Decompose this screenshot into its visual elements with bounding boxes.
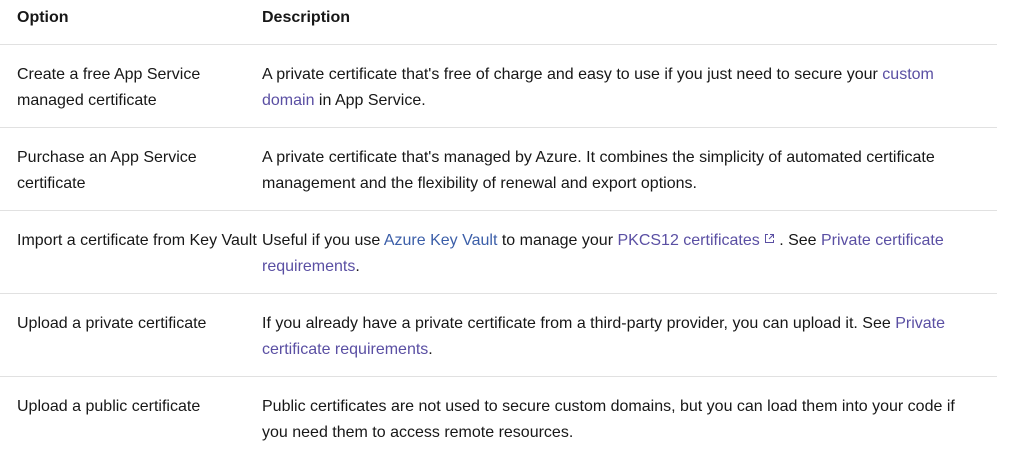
description-text: Useful if you use Azure Key Vault to man…: [262, 211, 983, 280]
pkcs12-certificates-link[interactable]: PKCS12 certificates: [617, 232, 774, 249]
option-cell: Create a free App Service managed certif…: [0, 44, 262, 127]
option-text: Import a certificate from Key Vault: [17, 231, 257, 249]
table-row: Create a free App Service managed certif…: [0, 44, 997, 127]
header-description: Description: [262, 0, 997, 45]
table-row: Purchase an App Service certificate A pr…: [0, 127, 997, 210]
description-text-part: A private certificate that's free of cha…: [262, 65, 883, 83]
pkcs12-link-label: PKCS12 certificates: [617, 231, 760, 249]
azure-key-vault-link[interactable]: Azure Key Vault: [384, 232, 498, 249]
table-row: Import a certificate from Key Vault Usef…: [0, 210, 997, 293]
description-text: If you already have a private certificat…: [262, 294, 983, 363]
option-text: Upload a private certificate: [17, 314, 207, 332]
description-cell: Useful if you use Azure Key Vault to man…: [262, 210, 997, 293]
certificate-options-table: Option Description Create a free App Ser…: [0, 0, 997, 459]
table-header-row: Option Description: [0, 0, 997, 45]
option-cell: Upload a private certificate: [0, 293, 262, 376]
option-cell: Upload a public certificate: [0, 376, 262, 459]
description-cell: If you already have a private certificat…: [262, 293, 997, 376]
description-text-part: to manage your: [497, 231, 618, 249]
description-text-part: .: [355, 257, 360, 275]
description-text-part: Useful if you use: [262, 231, 384, 249]
description-text-part: . See: [774, 231, 821, 249]
description-text-part: If you already have a private certificat…: [262, 314, 896, 332]
table-row: Upload a public certificate Public certi…: [0, 376, 997, 459]
option-text: Upload a public certificate: [17, 397, 201, 415]
option-cell: Purchase an App Service certificate: [0, 127, 262, 210]
description-text: A private certificate that's managed by …: [262, 148, 935, 192]
description-cell: Public certificates are not used to secu…: [262, 376, 997, 459]
description-cell: A private certificate that's managed by …: [262, 127, 997, 210]
option-text: Purchase an App Service certificate: [17, 148, 197, 192]
description-text-part: in App Service.: [314, 91, 426, 109]
description-text: Public certificates are not used to secu…: [262, 397, 955, 441]
table-row: Upload a private certificate If you alre…: [0, 293, 997, 376]
description-text: A private certificate that's free of cha…: [262, 45, 983, 114]
description-text-part: .: [428, 340, 433, 358]
option-text: Create a free App Service managed certif…: [17, 65, 201, 109]
external-link-icon: [764, 233, 774, 243]
description-cell: A private certificate that's free of cha…: [262, 44, 997, 127]
option-cell: Import a certificate from Key Vault: [0, 210, 262, 293]
header-option: Option: [0, 0, 262, 45]
